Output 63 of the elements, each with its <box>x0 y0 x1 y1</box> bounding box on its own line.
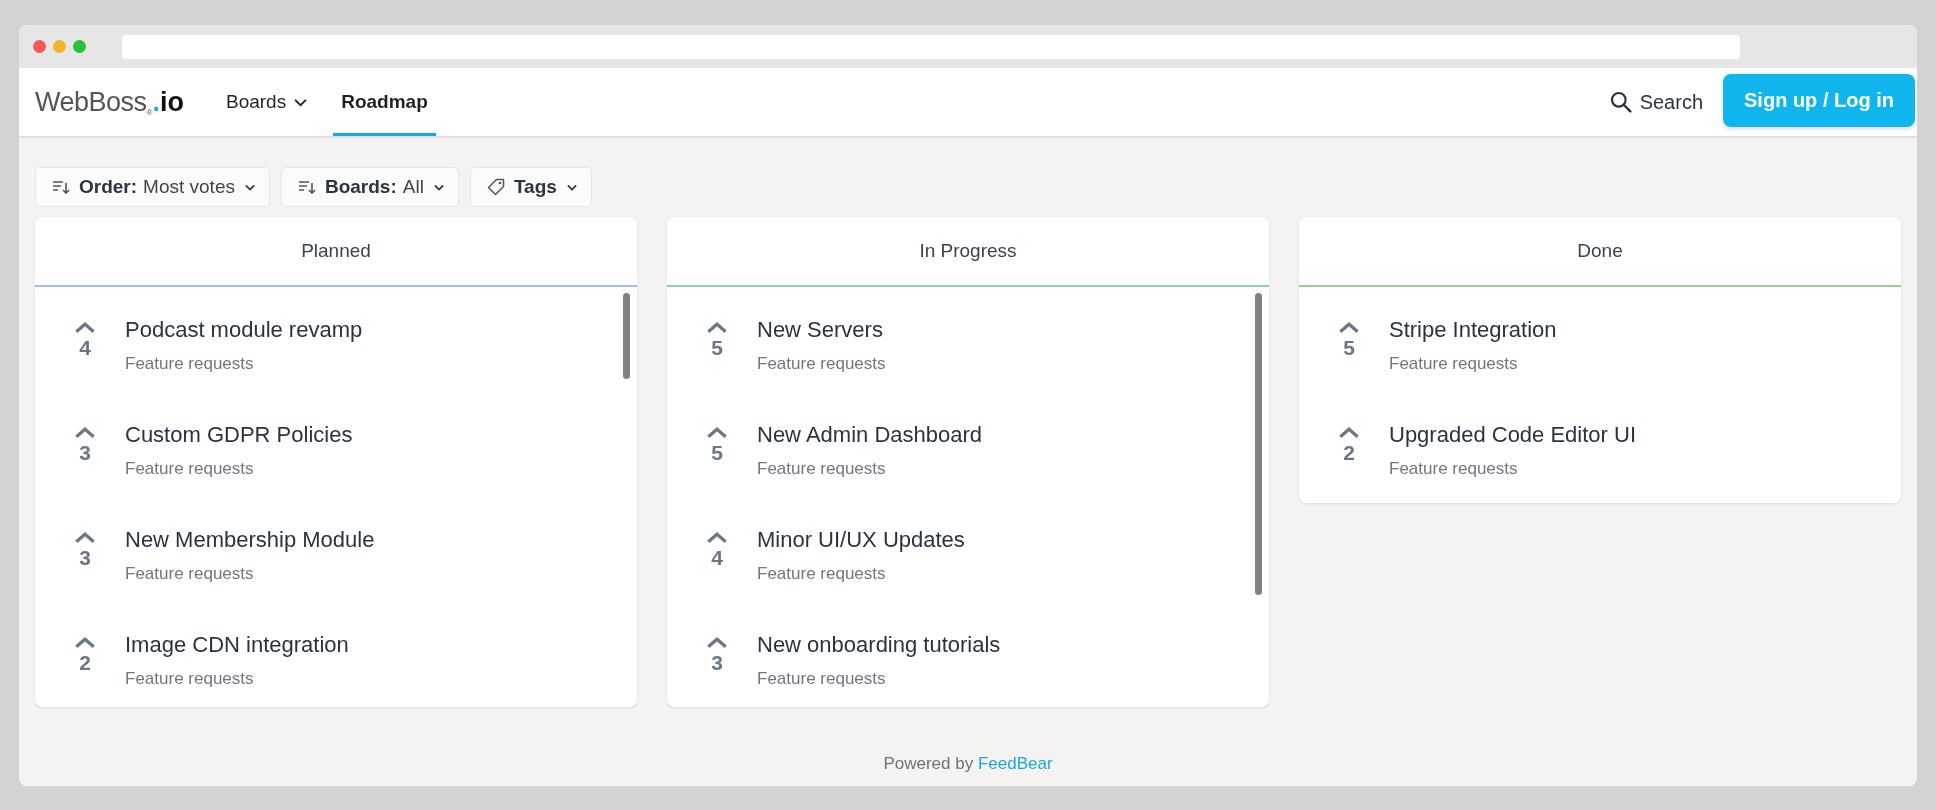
address-bar[interactable] <box>122 34 1740 59</box>
maximize-window-icon[interactable] <box>73 40 86 53</box>
post-title[interactable]: Image CDN integration <box>125 632 349 658</box>
nav-tab[interactable]: Roadmap <box>333 68 436 136</box>
scrollbar-thumb[interactable] <box>1255 293 1262 595</box>
board-label: Feature requests <box>125 459 255 479</box>
board-label: Feature requests <box>757 564 887 584</box>
board-label: Feature requests <box>125 669 255 689</box>
chevron-up-icon <box>706 531 728 544</box>
chevron-up-icon <box>74 426 96 439</box>
board-label: Feature requests <box>125 354 255 374</box>
chevron-up-icon <box>706 426 728 439</box>
upvote-button[interactable]: 5 <box>701 422 733 465</box>
upvote-button[interactable]: 5 <box>1333 317 1365 360</box>
upvote-button[interactable]: 4 <box>701 527 733 570</box>
chevron-down-icon <box>433 183 444 191</box>
post-title[interactable]: New Servers <box>757 317 886 343</box>
powered-by-text: Powered by FeedBear <box>882 754 1054 775</box>
board-label: Feature requests <box>757 669 887 689</box>
search-icon <box>1609 91 1632 113</box>
post-title[interactable]: Stripe Integration <box>1389 317 1557 343</box>
upvote-button[interactable]: 2 <box>69 632 101 675</box>
upvote-button[interactable]: 3 <box>69 527 101 570</box>
column-title: In Progress <box>919 240 1017 262</box>
scrollbar-thumb[interactable] <box>623 293 630 379</box>
post-title[interactable]: Podcast module revamp <box>125 317 363 343</box>
post-title[interactable]: New onboarding tutorials <box>757 632 1001 658</box>
chevron-down-icon <box>244 183 255 191</box>
filter-dropdown[interactable]: Boards: All <box>280 167 459 207</box>
post-title[interactable]: Minor UI/UX Updates <box>757 527 965 553</box>
chevron-up-icon <box>74 321 96 334</box>
filter-dropdown[interactable]: Order: Most votes <box>35 167 270 207</box>
filter-dropdown[interactable]: Tags <box>469 167 592 207</box>
post-title[interactable]: New Membership Module <box>125 527 375 553</box>
close-window-icon[interactable] <box>33 40 46 53</box>
upvote-button[interactable]: 4 <box>69 317 101 360</box>
upvote-button[interactable]: 2 <box>1333 422 1365 465</box>
minimize-window-icon[interactable] <box>53 40 66 53</box>
upvote-button[interactable]: 3 <box>69 422 101 465</box>
chevron-up-icon <box>706 636 728 649</box>
chevron-up-icon <box>706 321 728 334</box>
sort-icon <box>297 179 316 195</box>
column-title: Planned <box>301 240 371 262</box>
board-label: Feature requests <box>757 354 886 374</box>
chevron-up-icon <box>1338 426 1360 439</box>
post-title[interactable]: Custom GDPR Policies <box>125 422 353 448</box>
post-title[interactable]: New Admin Dashboard <box>757 422 982 448</box>
upvote-button[interactable]: 3 <box>701 632 733 675</box>
chevron-up-icon <box>1338 321 1360 334</box>
board-label: Feature requests <box>125 564 255 584</box>
search-link[interactable]: Search <box>1609 68 1703 136</box>
board-label: Feature requests <box>757 459 887 479</box>
post-title[interactable]: Upgraded Code Editor UI <box>1389 422 1637 448</box>
board-label: Feature requests <box>1389 354 1519 374</box>
board-label: Feature requests <box>1389 459 1519 479</box>
column-title: Done <box>1577 240 1623 262</box>
chevron-up-icon <box>74 531 96 544</box>
upvote-button[interactable]: 5 <box>701 317 733 360</box>
chevron-up-icon <box>74 636 96 649</box>
tag-icon <box>486 178 505 196</box>
sort-icon <box>52 179 70 195</box>
nav-tab[interactable]: Boards <box>218 68 316 136</box>
chevron-down-icon <box>566 183 577 191</box>
